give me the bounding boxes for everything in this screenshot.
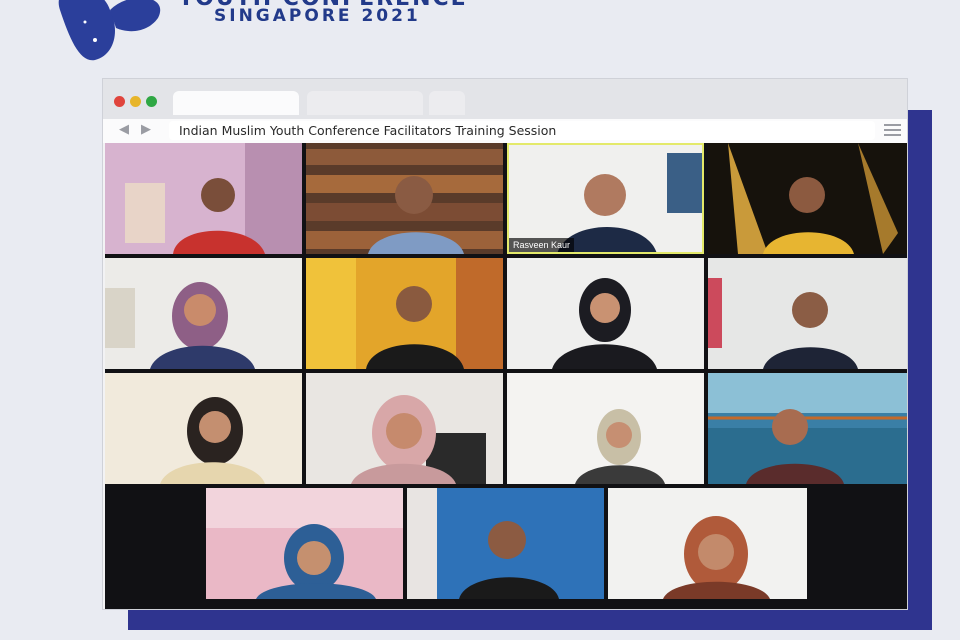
browser-window: ◀ ▶ Indian Muslim Youth Conference Facil… xyxy=(102,78,908,610)
participant-video-tile[interactable] xyxy=(105,258,302,369)
participant-video-tile[interactable] xyxy=(105,143,302,254)
butterfly-logo-icon xyxy=(58,0,161,61)
participant-avatar xyxy=(306,258,503,369)
address-bar[interactable]: Indian Muslim Youth Conference Facilitat… xyxy=(169,121,875,140)
hamburger-menu-icon[interactable] xyxy=(884,124,901,138)
minimize-window-button[interactable] xyxy=(130,96,141,107)
participant-avatar xyxy=(507,373,704,484)
participant-video-tile[interactable] xyxy=(206,488,403,599)
participant-avatar xyxy=(407,488,604,599)
conference-subtitle: SINGAPORE 2021 xyxy=(214,6,421,26)
participant-video-tile[interactable] xyxy=(407,488,604,599)
browser-tab-new[interactable] xyxy=(429,91,465,115)
browser-tab-active[interactable] xyxy=(173,91,299,115)
video-grid: Rasveen Kaur xyxy=(105,143,907,609)
maximize-window-button[interactable] xyxy=(146,96,157,107)
participant-video-tile[interactable] xyxy=(608,488,807,599)
participant-avatar xyxy=(105,258,302,369)
participant-avatar xyxy=(306,143,503,254)
back-arrow-icon[interactable]: ◀ xyxy=(119,122,129,137)
participant-video-tile[interactable] xyxy=(507,258,704,369)
participant-avatar xyxy=(105,373,302,484)
participant-video-tile[interactable] xyxy=(507,373,704,484)
participant-video-tile[interactable] xyxy=(306,258,503,369)
close-window-button[interactable] xyxy=(114,96,125,107)
participant-avatar xyxy=(608,488,807,599)
participant-avatar xyxy=(306,373,503,484)
browser-toolbar: ◀ ▶ Indian Muslim Youth Conference Facil… xyxy=(103,119,907,143)
participant-video-tile[interactable] xyxy=(708,258,907,369)
browser-titlebar xyxy=(103,79,907,119)
participant-video-tile[interactable] xyxy=(708,373,907,484)
participant-video-tile[interactable] xyxy=(306,143,503,254)
forward-arrow-icon[interactable]: ▶ xyxy=(141,122,151,137)
participant-video-tile[interactable] xyxy=(306,373,503,484)
participant-avatar xyxy=(206,488,403,599)
browser-tab[interactable] xyxy=(307,91,423,115)
participant-avatar xyxy=(708,143,907,254)
participant-avatar xyxy=(105,143,302,254)
participant-avatar xyxy=(507,258,704,369)
participant-video-tile[interactable] xyxy=(708,143,907,254)
participant-avatar xyxy=(708,258,907,369)
participant-video-tile[interactable] xyxy=(105,373,302,484)
participant-name-label: Rasveen Kaur xyxy=(509,238,575,252)
participant-avatar xyxy=(708,373,907,484)
participant-video-tile-active-speaker[interactable]: Rasveen Kaur xyxy=(507,143,704,254)
